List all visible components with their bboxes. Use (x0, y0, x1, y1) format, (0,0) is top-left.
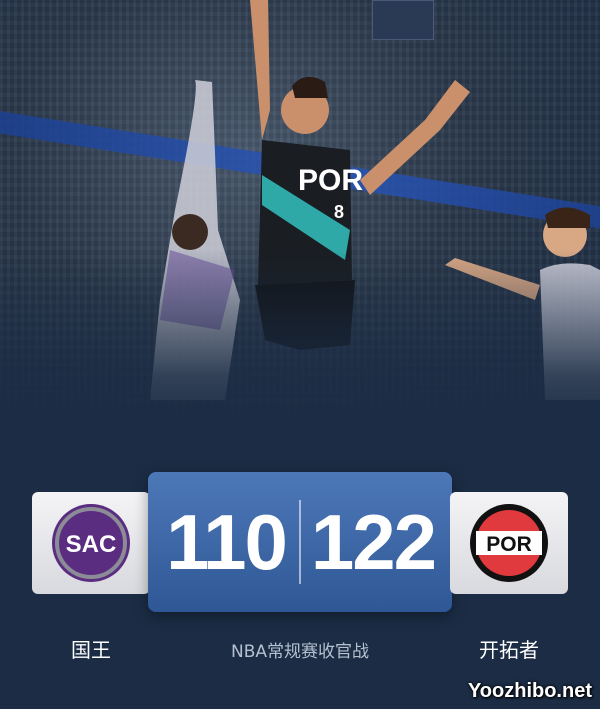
site-watermark: Yoozhibo.net (467, 680, 592, 702)
away-score: 122 (310, 498, 437, 586)
home-team-card[interactable]: SAC (32, 492, 150, 594)
home-score: 110 (166, 498, 288, 586)
jersey-number: 8 (334, 202, 344, 222)
scoreboard: 110 122 (148, 472, 452, 612)
game-label: NBA常规赛收官战 (230, 642, 369, 662)
sac-logo-icon: SAC (52, 504, 130, 582)
away-team-card[interactable]: POR (450, 492, 568, 594)
por-logo-icon: POR (470, 504, 548, 582)
home-team-name: 国王 (71, 638, 111, 662)
jersey-text: POR (298, 164, 363, 197)
game-photo: POR 8 (0, 0, 600, 430)
home-team-abbr: SAC (66, 531, 117, 558)
photo-fade (0, 250, 600, 430)
away-team-abbr: POR (486, 533, 532, 556)
score-divider (299, 500, 301, 584)
away-team-name: 开拓者 (479, 638, 539, 662)
